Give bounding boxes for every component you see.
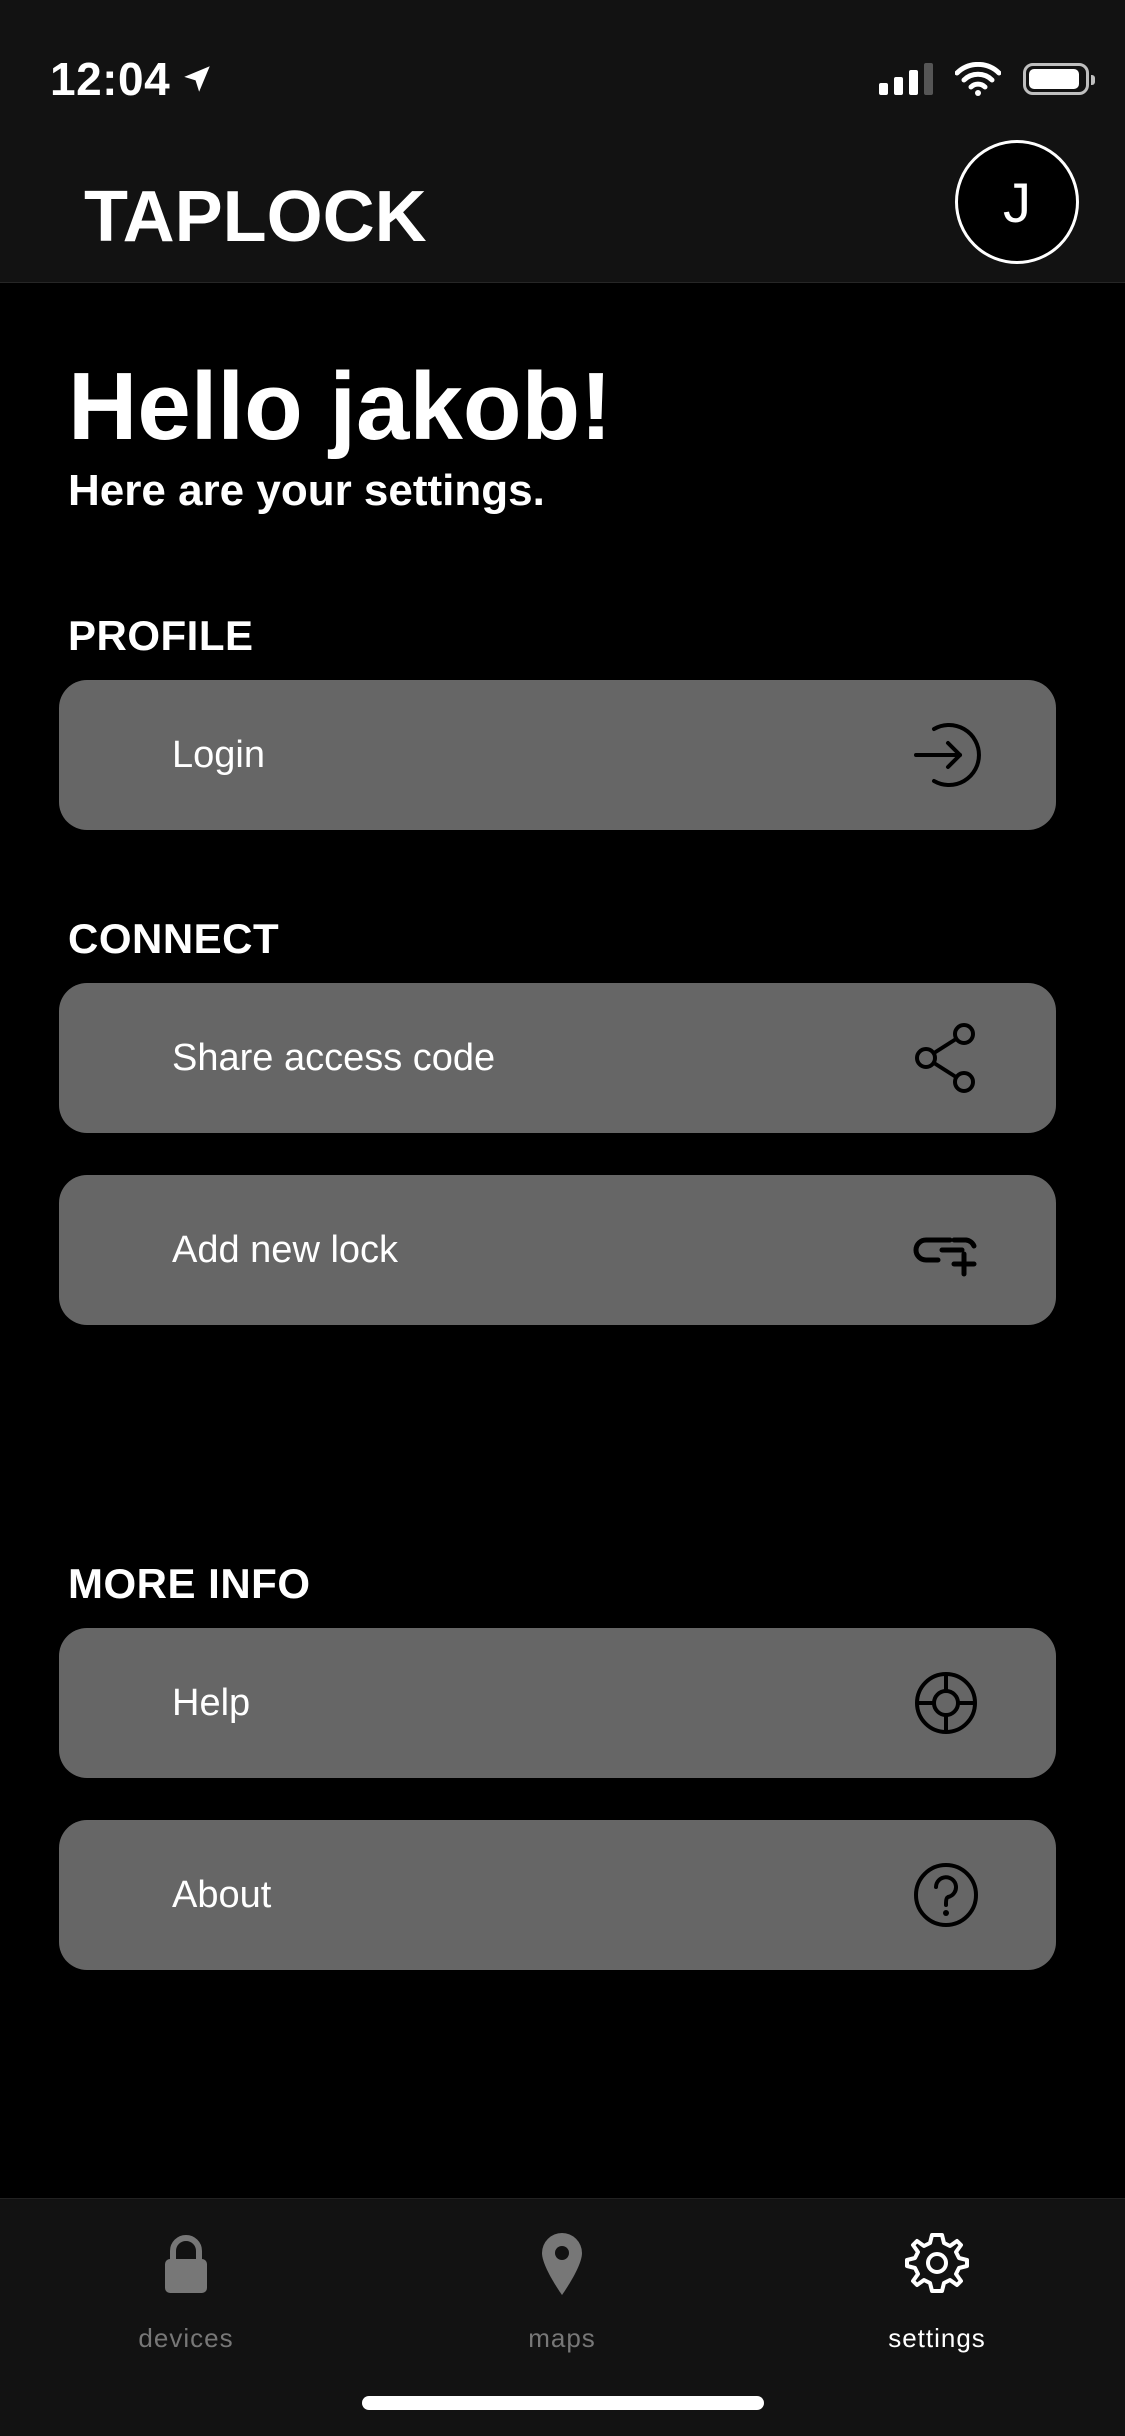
location-arrow-icon [184,66,210,92]
login-button[interactable]: Login [59,680,1056,830]
question-icon [908,1857,984,1933]
lock-icon [165,2235,207,2293]
share-icon [908,1020,984,1096]
tab-settings-label: settings [888,2323,986,2353]
settings-screen: 12:04 TAPLOCK J Hello jakob! Here are yo… [0,0,1125,2436]
section-title-profile: PROFILE [68,612,254,659]
about-label: About [172,1873,272,1916]
tab-maps-label: maps [528,2323,596,2353]
share-access-code-button[interactable]: Share access code [59,983,1056,1133]
gear-icon [905,2233,969,2293]
wifi-icon [955,62,1001,96]
share-access-code-label: Share access code [172,1036,496,1079]
app-title: TAPLOCK [84,177,427,257]
login-label: Login [172,733,265,776]
home-indicator[interactable] [362,2396,764,2410]
section-title-more-info: MORE INFO [68,1560,311,1607]
status-time-text: 12:04 [50,53,171,105]
status-indicators [879,62,1095,96]
add-new-lock-button[interactable]: Add new lock [59,1175,1056,1325]
cellular-signal-icon [879,63,933,95]
add-new-lock-label: Add new lock [172,1228,399,1271]
help-button[interactable]: Help [59,1628,1056,1778]
map-pin-icon [542,2233,582,2295]
tab-maps[interactable]: maps [462,2229,662,2379]
section-title-connect: CONNECT [68,915,280,962]
about-button[interactable]: About [59,1820,1056,1970]
tab-settings[interactable]: settings [837,2229,1037,2379]
help-label: Help [172,1681,251,1724]
greeting-title: Hello jakob! [68,353,613,460]
header: 12:04 TAPLOCK J [0,0,1125,283]
battery-icon [1023,63,1095,95]
login-arrow-icon [908,717,984,793]
tab-devices[interactable]: devices [86,2229,286,2379]
lifebuoy-icon [908,1665,984,1741]
avatar[interactable]: J [955,140,1079,264]
status-time: 12:04 [50,52,214,106]
tab-devices-label: devices [138,2323,234,2353]
greeting-subtitle: Here are your settings. [68,466,545,515]
add-link-icon [908,1212,984,1288]
avatar-initial: J [1003,170,1031,234]
